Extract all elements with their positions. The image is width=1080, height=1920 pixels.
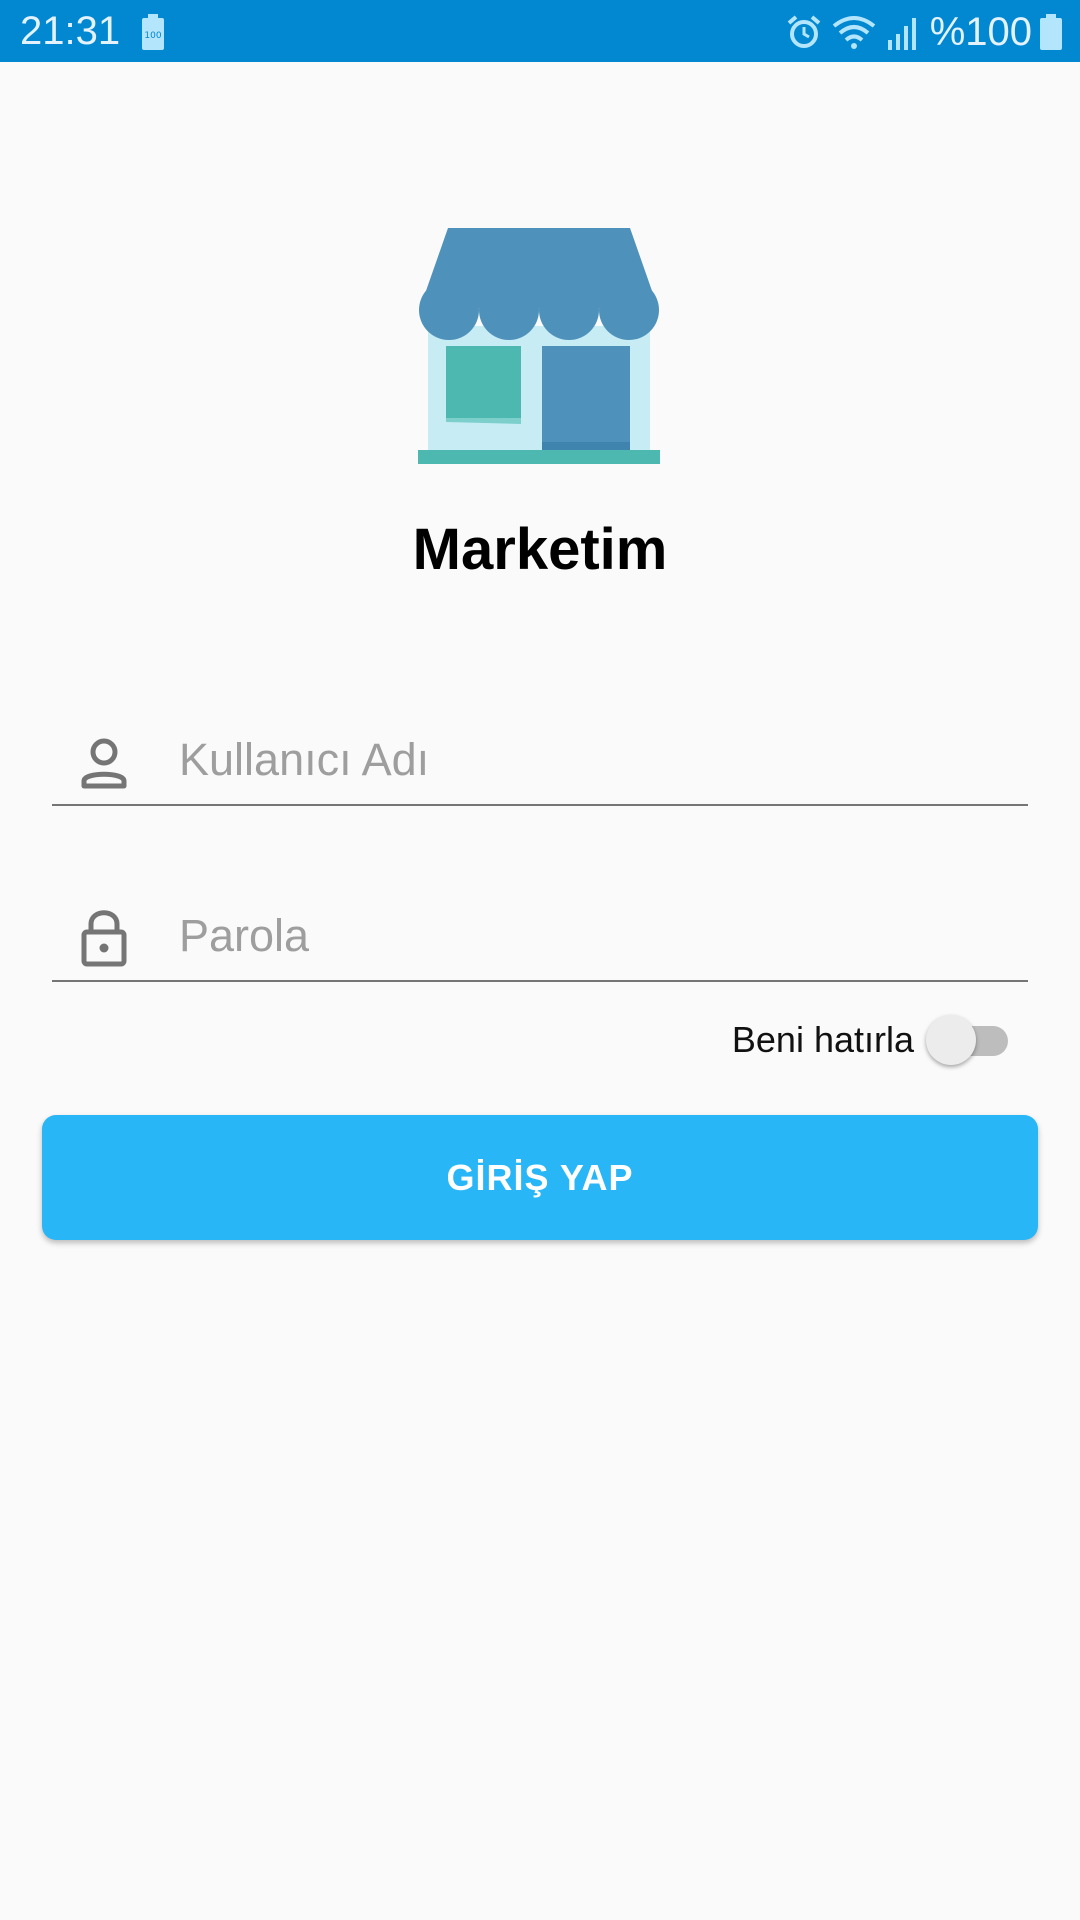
battery-icon [1040, 14, 1062, 50]
remember-me-row: Beni hatırla [732, 1012, 1010, 1068]
remember-me-toggle[interactable] [926, 1012, 1010, 1068]
status-bar: 21:31 100 %100 [0, 0, 1080, 62]
person-icon [81, 738, 127, 789]
password-input[interactable] [179, 906, 999, 966]
login-button[interactable]: GİRİŞ YAP [42, 1115, 1038, 1240]
lock-icon [81, 910, 127, 967]
svg-text:100: 100 [144, 31, 161, 41]
app-title: Marketim [412, 517, 668, 582]
username-input[interactable] [179, 730, 999, 790]
username-field [52, 704, 1028, 806]
remember-me-label: Beni hatırla [731, 1019, 914, 1060]
battery-percent: %100 [929, 10, 1032, 54]
alarm-icon [787, 15, 820, 48]
store-icon [418, 228, 660, 464]
status-time: 21:31 [20, 9, 121, 53]
status-icons: %100 [776, 10, 1062, 54]
toggle-thumb [926, 1015, 976, 1065]
battery-saver-icon: 100 [142, 14, 164, 50]
password-field [52, 880, 1028, 982]
signal-icon [887, 18, 916, 50]
wifi-icon [832, 16, 875, 49]
